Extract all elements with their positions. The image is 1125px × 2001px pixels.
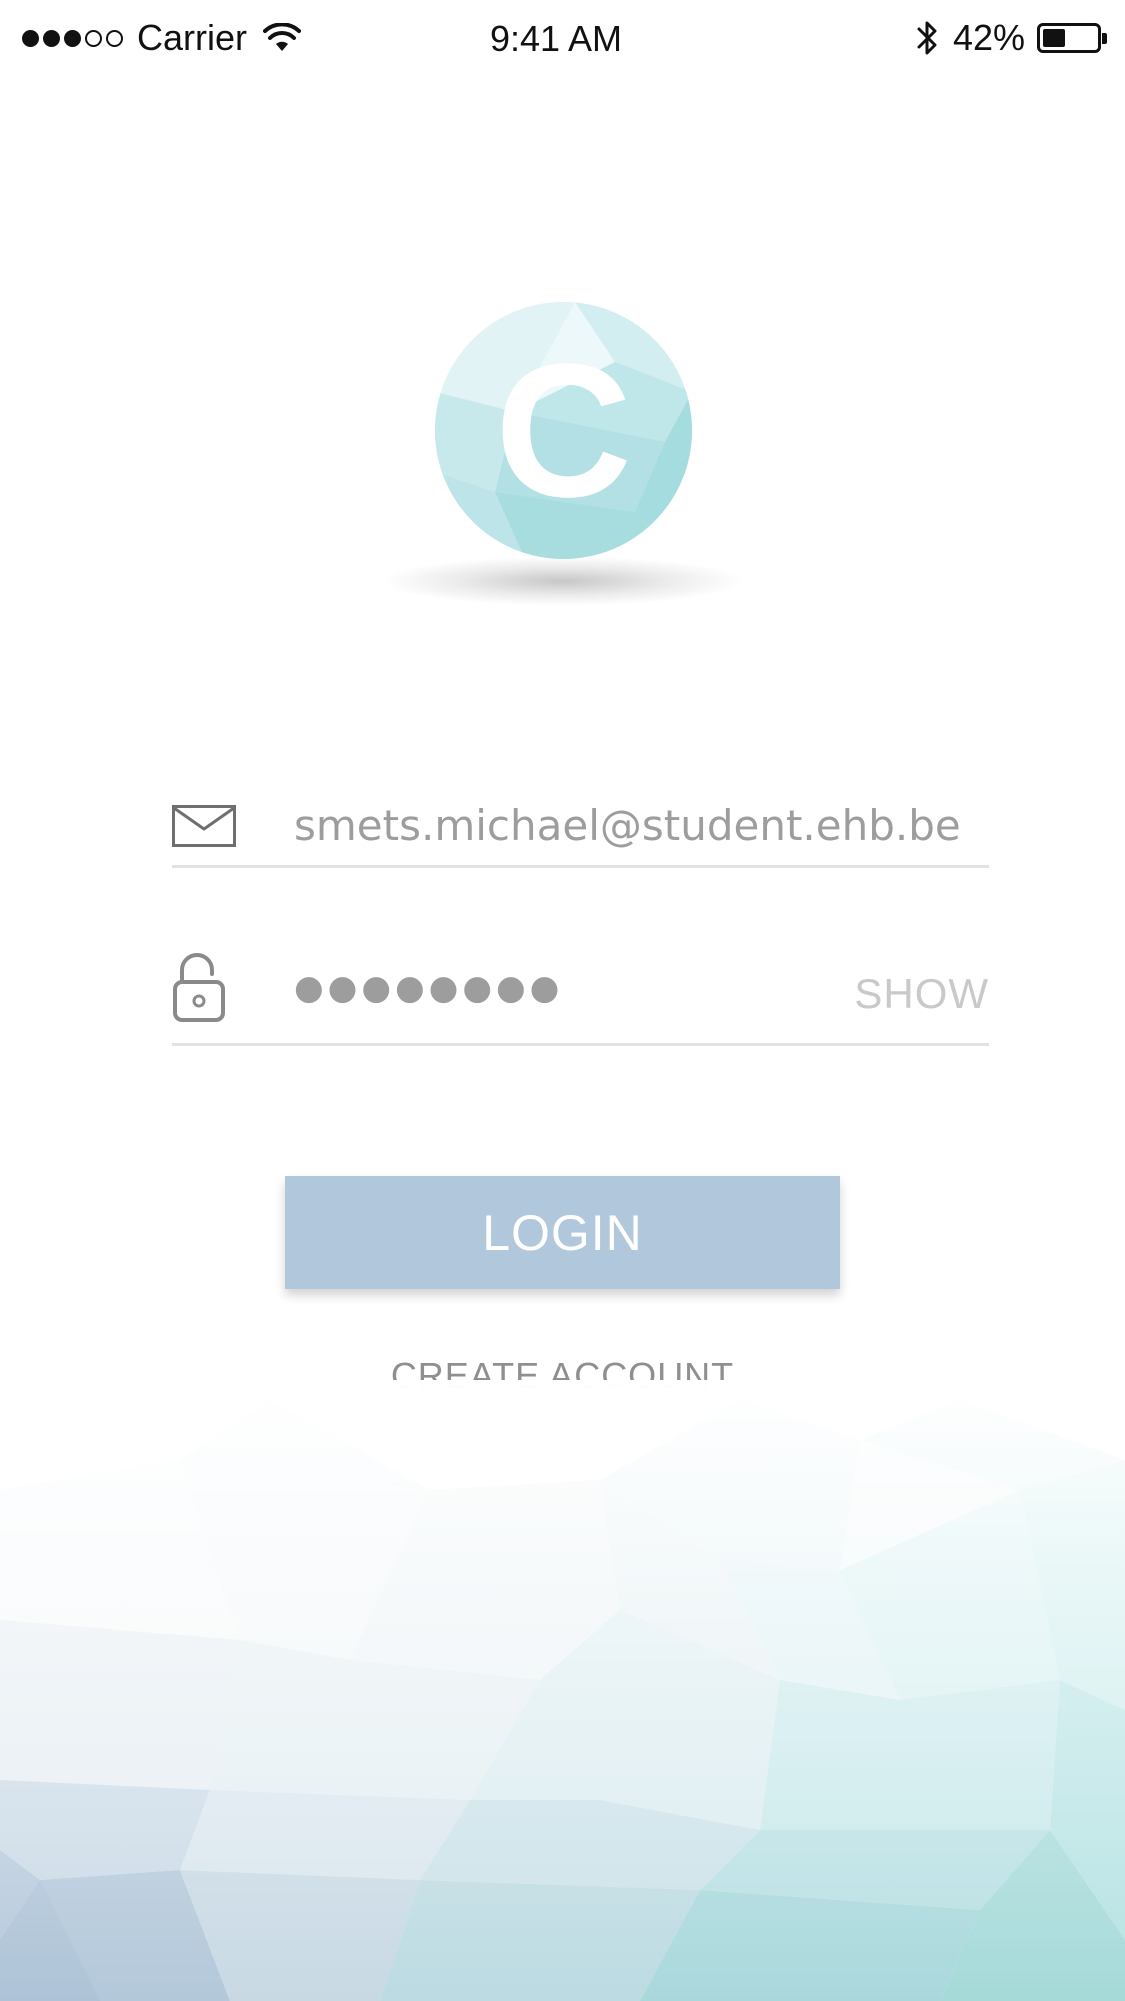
envelope-icon (172, 805, 236, 847)
status-right: 42% (915, 16, 1107, 60)
bluetooth-icon (917, 21, 937, 55)
battery-percent: 42% (952, 17, 1025, 58)
password-input[interactable]: ●●●●●●●● (294, 968, 734, 1024)
show-password-button[interactable]: SHOW (854, 970, 989, 1018)
battery-fill (1043, 29, 1065, 47)
logo-letter: C (495, 325, 632, 537)
password-field: ●●●●●●●● SHOW (172, 940, 989, 1046)
email-input[interactable] (294, 796, 974, 854)
login-button[interactable]: LOGIN (285, 1176, 840, 1289)
battery-icon (1037, 23, 1107, 53)
email-field (172, 790, 989, 868)
status-bar: Carrier 9:41 AM 42% (0, 0, 1125, 80)
logo-shadow (380, 556, 745, 606)
app-logo: C (435, 302, 692, 559)
polygon-background (0, 1380, 1125, 2001)
battery-tip (1102, 33, 1107, 44)
lock-icon (173, 953, 225, 1022)
login-screen: Carrier 9:41 AM 42% C smets.michael@stud… (0, 0, 1125, 2001)
